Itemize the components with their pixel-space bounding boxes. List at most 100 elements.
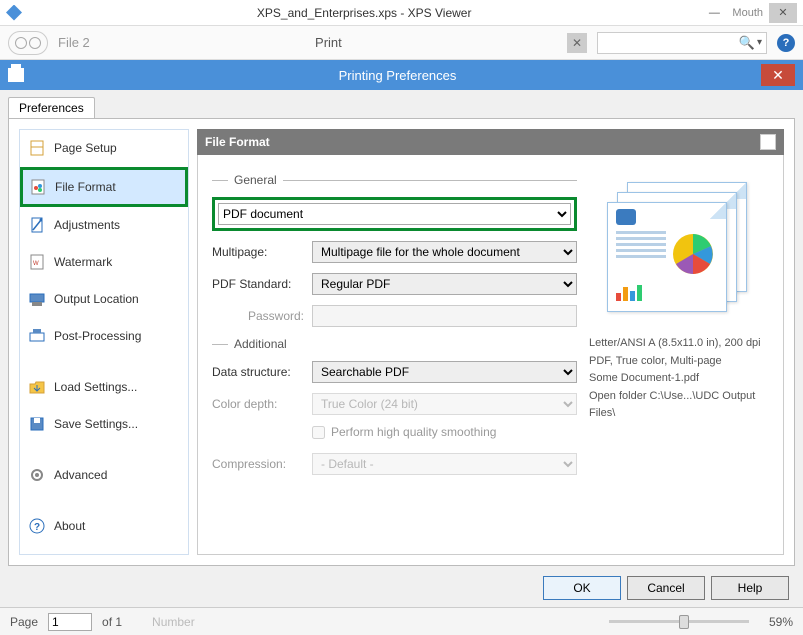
search-icon: 🔍: [739, 35, 755, 51]
compression-select: - Default -: [312, 453, 577, 475]
app-titlebar: XPS_and_Enterprises.xps - XPS Viewer — M…: [0, 0, 803, 26]
print-bar: File 2 Print ✕ 🔍 ▾ ?: [0, 26, 803, 60]
zoom-value: 59%: [769, 615, 793, 629]
dialog-title: Printing Preferences: [34, 68, 761, 83]
sidebar-item-page-setup[interactable]: Page Setup: [20, 130, 188, 167]
output-location-icon: [28, 290, 46, 308]
data-structure-label: Data structure:: [212, 365, 312, 379]
tab-strip: Preferences: [8, 94, 795, 118]
pdf-standard-label: PDF Standard:: [212, 277, 312, 291]
search-input[interactable]: 🔍 ▾: [597, 32, 767, 54]
sidebar-item-adjustments[interactable]: Adjustments: [20, 207, 188, 244]
password-label: Password:: [212, 309, 312, 323]
color-depth-label: Color depth:: [212, 397, 312, 411]
row-password: Password:: [212, 305, 577, 327]
pie-chart-icon: [670, 231, 716, 277]
help-button[interactable]: Help: [711, 576, 789, 600]
sidebar-item-save-settings[interactable]: Save Settings...: [20, 406, 188, 443]
preview-line4: Open folder C:\Use...\UDC Output Files\: [589, 388, 769, 423]
preview-meta: Letter/ANSI A (8.5x11.0 in), 200 dpi PDF…: [589, 335, 769, 423]
printer-icon: [8, 68, 24, 82]
sidebar-label: Load Settings...: [54, 380, 137, 394]
print-close-button[interactable]: ✕: [567, 33, 587, 53]
row-smoothing: Perform high quality smoothing: [312, 425, 577, 439]
zoom-slider[interactable]: [205, 620, 749, 623]
dialog-titlebar: Printing Preferences ✕: [0, 60, 803, 90]
bars-icon: [616, 283, 642, 301]
row-compression: Compression: - Default -: [212, 453, 577, 475]
row-color-depth: Color depth: True Color (24 bit): [212, 393, 577, 415]
sidebar-item-load-settings[interactable]: Load Settings...: [20, 369, 188, 406]
window-title: XPS_and_Enterprises.xps - XPS Viewer: [30, 6, 698, 20]
row-data-structure: Data structure: Searchable PDF: [212, 361, 577, 383]
group-additional: Additional: [212, 337, 577, 351]
doc-logo-icon: [616, 209, 636, 225]
sidebar-label: Post-Processing: [54, 329, 141, 343]
sidebar-label: About: [54, 519, 85, 533]
page-setup-icon: [28, 139, 46, 157]
sidebar-label: Page Setup: [54, 141, 117, 155]
sidebar-label: Output Location: [54, 292, 139, 306]
group-general: General: [212, 173, 577, 187]
app-logo-icon: [6, 5, 22, 21]
sidebar-item-post-processing[interactable]: Post-Processing: [20, 318, 188, 355]
cancel-button[interactable]: Cancel: [627, 576, 705, 600]
tab-page: Page Setup File Format Adjustments W Wat…: [8, 118, 795, 566]
sidebar-item-advanced[interactable]: Advanced: [20, 457, 188, 494]
multipage-select[interactable]: Multipage file for the whole document: [312, 241, 577, 263]
sidebar-label: Advanced: [54, 468, 107, 482]
row-pdf-standard: PDF Standard: Regular PDF: [212, 273, 577, 295]
number-placeholder: Number: [152, 615, 195, 629]
row-multipage: Multipage: Multipage file for the whole …: [212, 241, 577, 263]
dialog-close-button[interactable]: ✕: [761, 64, 795, 86]
window-close-button[interactable]: ✕: [769, 3, 797, 23]
file-format-icon: [29, 178, 47, 196]
pdf-standard-select[interactable]: Regular PDF: [312, 273, 577, 295]
help-button[interactable]: ?: [777, 34, 795, 52]
question-icon: ?: [28, 517, 46, 535]
load-settings-icon: [28, 378, 46, 396]
view-glasses-icon[interactable]: [8, 31, 48, 55]
mouth-label: Mouth: [732, 7, 763, 19]
content-header: File Format: [197, 129, 784, 155]
gear-icon: [28, 466, 46, 484]
svg-text:?: ?: [34, 522, 40, 533]
page-label: Page: [10, 615, 38, 629]
file-2-label: File 2: [58, 35, 90, 50]
sidebar-label: Save Settings...: [54, 417, 138, 431]
tab-preferences[interactable]: Preferences: [8, 97, 95, 118]
format-select-highlight: PDF document: [212, 197, 577, 231]
sidebar-item-output-location[interactable]: Output Location: [20, 281, 188, 318]
sidebar-label: Watermark: [54, 255, 112, 269]
color-depth-select: True Color (24 bit): [312, 393, 577, 415]
post-processing-icon: [28, 327, 46, 345]
sidebar-item-file-format[interactable]: File Format: [22, 169, 186, 205]
preview-image: [589, 174, 759, 319]
minimize-button[interactable]: —: [700, 3, 728, 23]
preview-line1: Letter/ANSI A (8.5x11.0 in), 200 dpi: [589, 335, 769, 353]
sidebar-item-watermark[interactable]: W Watermark: [20, 244, 188, 281]
preview-line3: Some Document-1.pdf: [589, 370, 769, 388]
password-input: [312, 305, 577, 327]
adjustments-icon: [28, 216, 46, 234]
status-bar: Page of 1 Number 59%: [0, 607, 803, 635]
form-column: General PDF document Multipage: Multipag…: [212, 169, 577, 540]
print-title: Print: [100, 35, 557, 50]
page-of-label: of 1: [102, 615, 122, 629]
sidebar-item-about[interactable]: ? About: [20, 508, 188, 545]
save-settings-icon: [28, 415, 46, 433]
multipage-label: Multipage:: [212, 245, 312, 259]
printing-preferences-dialog: Printing Preferences ✕ Preferences Page …: [0, 60, 803, 610]
data-structure-select[interactable]: Searchable PDF: [312, 361, 577, 383]
preview-line2: PDF, True color, Multi-page: [589, 353, 769, 371]
smoothing-label: Perform high quality smoothing: [331, 425, 496, 439]
page-input[interactable]: [48, 613, 92, 631]
content-panel: File Format General PDF document Multipa…: [197, 129, 784, 555]
sidebar-label: Adjustments: [54, 218, 120, 232]
format-select[interactable]: PDF document: [218, 203, 571, 225]
content-header-title: File Format: [205, 135, 270, 149]
smoothing-checkbox: [312, 426, 325, 439]
compression-label: Compression:: [212, 457, 312, 471]
ok-button[interactable]: OK: [543, 576, 621, 600]
preferences-sidebar: Page Setup File Format Adjustments W Wat…: [19, 129, 189, 555]
